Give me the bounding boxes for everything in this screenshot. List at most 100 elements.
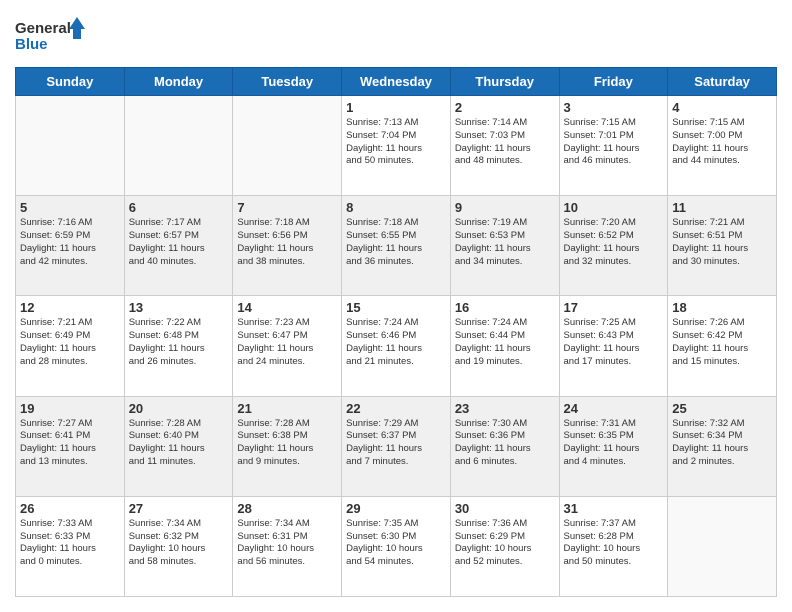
calendar-cell: 29 Sunrise: 7:35 AM Sunset: 6:30 PM Dayli… bbox=[342, 496, 451, 596]
calendar-table: SundayMondayTuesdayWednesdayThursdayFrid… bbox=[15, 67, 777, 597]
calendar-cell: 14 Sunrise: 7:23 AM Sunset: 6:47 PM Dayli… bbox=[233, 296, 342, 396]
cell-info: Sunrise: 7:20 AM Sunset: 6:52 PM Dayligh… bbox=[564, 217, 664, 268]
cell-info: Sunrise: 7:35 AM Sunset: 6:30 PM Dayligh… bbox=[346, 518, 446, 569]
day-number: 29 bbox=[346, 501, 446, 516]
cell-info: Sunrise: 7:32 AM Sunset: 6:34 PM Dayligh… bbox=[672, 418, 772, 469]
calendar-cell: 26 Sunrise: 7:33 AM Sunset: 6:33 PM Dayli… bbox=[16, 496, 125, 596]
calendar-cell: 10 Sunrise: 7:20 AM Sunset: 6:52 PM Dayli… bbox=[559, 196, 668, 296]
cell-info: Sunrise: 7:18 AM Sunset: 6:55 PM Dayligh… bbox=[346, 217, 446, 268]
day-number: 2 bbox=[455, 100, 555, 115]
calendar-cell bbox=[233, 96, 342, 196]
cell-info: Sunrise: 7:30 AM Sunset: 6:36 PM Dayligh… bbox=[455, 418, 555, 469]
day-number: 17 bbox=[564, 300, 664, 315]
cell-info: Sunrise: 7:23 AM Sunset: 6:47 PM Dayligh… bbox=[237, 317, 337, 368]
day-number: 12 bbox=[20, 300, 120, 315]
cell-info: Sunrise: 7:14 AM Sunset: 7:03 PM Dayligh… bbox=[455, 117, 555, 168]
calendar-cell bbox=[16, 96, 125, 196]
page: General Blue SundayMondayTuesdayWednesda… bbox=[0, 0, 792, 612]
calendar-cell: 19 Sunrise: 7:27 AM Sunset: 6:41 PM Dayli… bbox=[16, 396, 125, 496]
cell-info: Sunrise: 7:28 AM Sunset: 6:40 PM Dayligh… bbox=[129, 418, 229, 469]
day-header-friday: Friday bbox=[559, 68, 668, 96]
calendar-cell: 3Sunrise: 7:15 AM Sunset: 7:01 PM Daylig… bbox=[559, 96, 668, 196]
logo: General Blue bbox=[15, 15, 85, 57]
svg-text:General: General bbox=[15, 20, 71, 37]
calendar-cell: 5 Sunrise: 7:16 AM Sunset: 6:59 PM Daylig… bbox=[16, 196, 125, 296]
calendar-header-row: SundayMondayTuesdayWednesdayThursdayFrid… bbox=[16, 68, 777, 96]
calendar-week-row: 5 Sunrise: 7:16 AM Sunset: 6:59 PM Daylig… bbox=[16, 196, 777, 296]
day-number: 7 bbox=[237, 200, 337, 215]
calendar-cell: 12Sunrise: 7:21 AM Sunset: 6:49 PM Dayli… bbox=[16, 296, 125, 396]
calendar-week-row: 12Sunrise: 7:21 AM Sunset: 6:49 PM Dayli… bbox=[16, 296, 777, 396]
calendar-cell: 24 Sunrise: 7:31 AM Sunset: 6:35 PM Dayli… bbox=[559, 396, 668, 496]
cell-info: Sunrise: 7:22 AM Sunset: 6:48 PM Dayligh… bbox=[129, 317, 229, 368]
cell-info: Sunrise: 7:21 AM Sunset: 6:51 PM Dayligh… bbox=[672, 217, 772, 268]
day-header-thursday: Thursday bbox=[450, 68, 559, 96]
calendar-cell: 4Sunrise: 7:15 AM Sunset: 7:00 PM Daylig… bbox=[668, 96, 777, 196]
cell-info: Sunrise: 7:17 AM Sunset: 6:57 PM Dayligh… bbox=[129, 217, 229, 268]
svg-text:Blue: Blue bbox=[15, 36, 48, 53]
day-number: 11 bbox=[672, 200, 772, 215]
cell-info: Sunrise: 7:13 AM Sunset: 7:04 PM Dayligh… bbox=[346, 117, 446, 168]
header: General Blue bbox=[15, 15, 777, 57]
calendar-cell: 13 Sunrise: 7:22 AM Sunset: 6:48 PM Dayli… bbox=[124, 296, 233, 396]
cell-info: Sunrise: 7:31 AM Sunset: 6:35 PM Dayligh… bbox=[564, 418, 664, 469]
cell-info: Sunrise: 7:36 AM Sunset: 6:29 PM Dayligh… bbox=[455, 518, 555, 569]
calendar-cell bbox=[124, 96, 233, 196]
day-number: 21 bbox=[237, 401, 337, 416]
calendar-cell: 27 Sunrise: 7:34 AM Sunset: 6:32 PM Dayli… bbox=[124, 496, 233, 596]
day-header-monday: Monday bbox=[124, 68, 233, 96]
day-number: 13 bbox=[129, 300, 229, 315]
day-number: 14 bbox=[237, 300, 337, 315]
day-number: 31 bbox=[564, 501, 664, 516]
calendar-week-row: 19 Sunrise: 7:27 AM Sunset: 6:41 PM Dayli… bbox=[16, 396, 777, 496]
calendar-cell: 8 Sunrise: 7:18 AM Sunset: 6:55 PM Daylig… bbox=[342, 196, 451, 296]
day-number: 23 bbox=[455, 401, 555, 416]
day-number: 30 bbox=[455, 501, 555, 516]
day-number: 24 bbox=[564, 401, 664, 416]
day-number: 26 bbox=[20, 501, 120, 516]
calendar-cell: 1 Sunrise: 7:13 AM Sunset: 7:04 PM Daylig… bbox=[342, 96, 451, 196]
calendar-cell: 22 Sunrise: 7:29 AM Sunset: 6:37 PM Dayli… bbox=[342, 396, 451, 496]
calendar-cell: 21 Sunrise: 7:28 AM Sunset: 6:38 PM Dayli… bbox=[233, 396, 342, 496]
cell-info: Sunrise: 7:27 AM Sunset: 6:41 PM Dayligh… bbox=[20, 418, 120, 469]
calendar-cell: 30 Sunrise: 7:36 AM Sunset: 6:29 PM Dayli… bbox=[450, 496, 559, 596]
cell-info: Sunrise: 7:34 AM Sunset: 6:32 PM Dayligh… bbox=[129, 518, 229, 569]
day-number: 16 bbox=[455, 300, 555, 315]
cell-info: Sunrise: 7:15 AM Sunset: 7:01 PM Dayligh… bbox=[564, 117, 664, 168]
day-number: 18 bbox=[672, 300, 772, 315]
day-number: 28 bbox=[237, 501, 337, 516]
cell-info: Sunrise: 7:33 AM Sunset: 6:33 PM Dayligh… bbox=[20, 518, 120, 569]
cell-info: Sunrise: 7:28 AM Sunset: 6:38 PM Dayligh… bbox=[237, 418, 337, 469]
day-header-sunday: Sunday bbox=[16, 68, 125, 96]
calendar-week-row: 1 Sunrise: 7:13 AM Sunset: 7:04 PM Daylig… bbox=[16, 96, 777, 196]
calendar-cell: 6Sunrise: 7:17 AM Sunset: 6:57 PM Daylig… bbox=[124, 196, 233, 296]
day-number: 27 bbox=[129, 501, 229, 516]
calendar-cell: 31 Sunrise: 7:37 AM Sunset: 6:28 PM Dayli… bbox=[559, 496, 668, 596]
day-number: 1 bbox=[346, 100, 446, 115]
cell-info: Sunrise: 7:34 AM Sunset: 6:31 PM Dayligh… bbox=[237, 518, 337, 569]
calendar-cell: 20Sunrise: 7:28 AM Sunset: 6:40 PM Dayli… bbox=[124, 396, 233, 496]
day-number: 10 bbox=[564, 200, 664, 215]
day-number: 25 bbox=[672, 401, 772, 416]
calendar-cell: 11 Sunrise: 7:21 AM Sunset: 6:51 PM Dayli… bbox=[668, 196, 777, 296]
day-number: 8 bbox=[346, 200, 446, 215]
day-header-wednesday: Wednesday bbox=[342, 68, 451, 96]
calendar-cell: 15 Sunrise: 7:24 AM Sunset: 6:46 PM Dayli… bbox=[342, 296, 451, 396]
day-number: 5 bbox=[20, 200, 120, 215]
cell-info: Sunrise: 7:15 AM Sunset: 7:00 PM Dayligh… bbox=[672, 117, 772, 168]
cell-info: Sunrise: 7:37 AM Sunset: 6:28 PM Dayligh… bbox=[564, 518, 664, 569]
calendar-cell bbox=[668, 496, 777, 596]
cell-info: Sunrise: 7:24 AM Sunset: 6:44 PM Dayligh… bbox=[455, 317, 555, 368]
day-number: 15 bbox=[346, 300, 446, 315]
cell-info: Sunrise: 7:29 AM Sunset: 6:37 PM Dayligh… bbox=[346, 418, 446, 469]
day-number: 22 bbox=[346, 401, 446, 416]
calendar-week-row: 26 Sunrise: 7:33 AM Sunset: 6:33 PM Dayli… bbox=[16, 496, 777, 596]
calendar-cell: 16 Sunrise: 7:24 AM Sunset: 6:44 PM Dayli… bbox=[450, 296, 559, 396]
day-header-tuesday: Tuesday bbox=[233, 68, 342, 96]
day-header-saturday: Saturday bbox=[668, 68, 777, 96]
day-number: 19 bbox=[20, 401, 120, 416]
day-number: 9 bbox=[455, 200, 555, 215]
cell-info: Sunrise: 7:16 AM Sunset: 6:59 PM Dayligh… bbox=[20, 217, 120, 268]
logo-svg: General Blue bbox=[15, 15, 85, 57]
cell-info: Sunrise: 7:24 AM Sunset: 6:46 PM Dayligh… bbox=[346, 317, 446, 368]
